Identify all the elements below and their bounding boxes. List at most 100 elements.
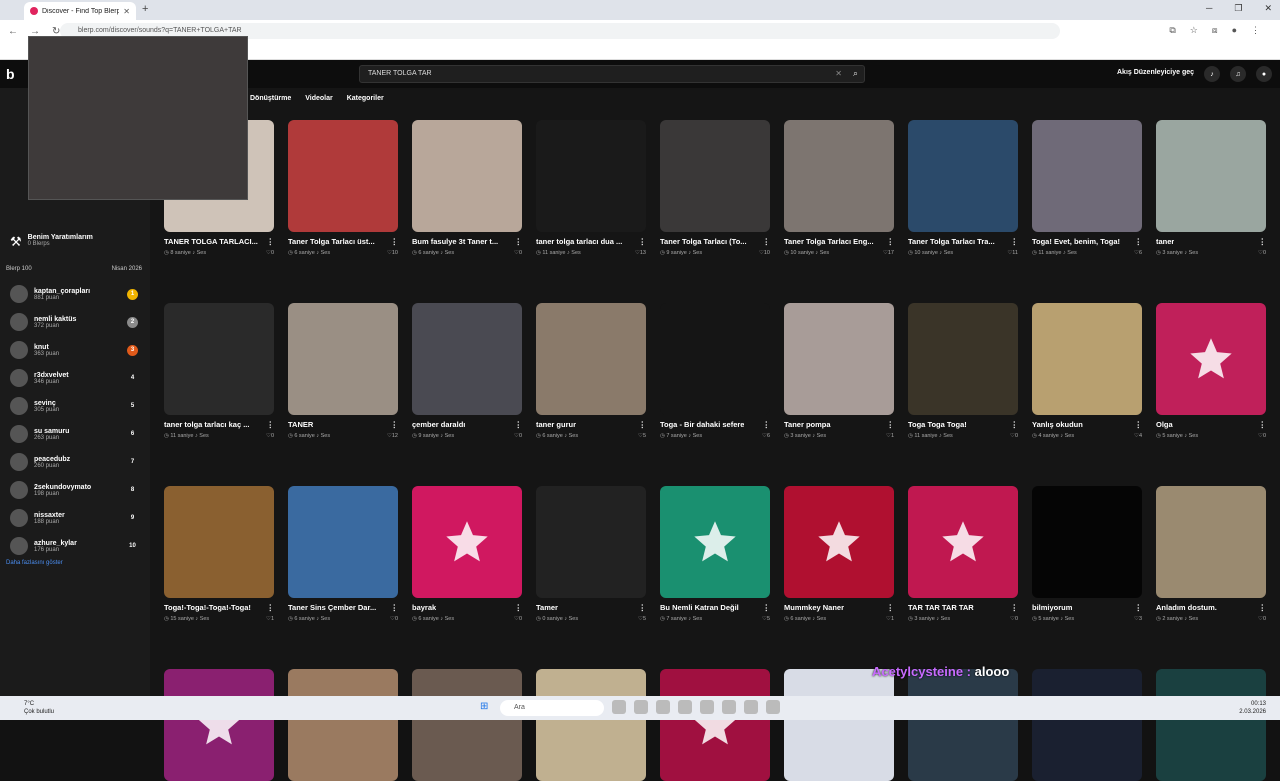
blerp-card[interactable]: taner ⋮ ◷ 3 saniye ♪ Ses ♡0 (1156, 120, 1266, 256)
blerp-card[interactable]: Yanlış okudun ⋮ ◷ 4 saniye ♪ Ses ♡4 (1032, 303, 1142, 439)
blerp-card[interactable]: Taner Tolga Tarlacı Tra... ⋮ ◷ 10 saniye ♪… (908, 120, 1018, 256)
volume-icon[interactable]: ♪ (1204, 66, 1220, 82)
more-options-icon[interactable]: ⋮ (887, 237, 895, 246)
clear-search-icon[interactable]: ✕ (835, 69, 842, 78)
card-thumbnail[interactable] (660, 486, 770, 598)
card-thumbnail[interactable] (164, 303, 274, 415)
tab-transform[interactable]: Dönüştürme (250, 95, 291, 102)
blerp-card[interactable]: bilmiyorum ⋮ ◷ 5 saniye ♪ Ses ♡3 (1032, 486, 1142, 622)
taskbar-app-icon[interactable] (678, 700, 692, 714)
taskbar-search[interactable]: Ara (500, 700, 604, 716)
card-thumbnail[interactable] (412, 669, 522, 781)
card-thumbnail[interactable] (908, 486, 1018, 598)
leaderboard-item[interactable]: nemli kaktüs 372 puan 2 (10, 308, 138, 336)
blerp-card[interactable]: taner tolga tarlacı dua ... ⋮ ◷ 11 saniye … (536, 120, 646, 256)
blerp-card[interactable]: Toga!-Toga!-Toga!-Toga! ⋮ ◷ 15 saniye ♪ Se… (164, 486, 274, 622)
card-thumbnail[interactable] (412, 120, 522, 232)
more-options-icon[interactable]: ⋮ (763, 237, 771, 246)
more-options-icon[interactable]: ⋮ (1135, 603, 1143, 612)
search-input[interactable]: TANER TOLGA TAR ✕ ⌕ (359, 65, 865, 83)
more-options-icon[interactable]: ⋮ (267, 237, 275, 246)
back-icon[interactable]: ← (8, 26, 18, 37)
more-options-icon[interactable]: ⋮ (1011, 420, 1019, 429)
more-options-icon[interactable]: ⋮ (515, 237, 523, 246)
blerp-card[interactable] (1156, 669, 1266, 781)
more-options-icon[interactable]: ⋮ (639, 420, 647, 429)
translate-icon[interactable]: ⧉ (1169, 25, 1175, 36)
card-thumbnail[interactable] (536, 669, 646, 781)
leaderboard-item[interactable]: peacedubz 260 puan 7 (10, 448, 138, 476)
card-thumbnail[interactable] (784, 486, 894, 598)
close-tab-icon[interactable]: ✕ (123, 7, 130, 16)
more-options-icon[interactable]: ⋮ (1259, 420, 1267, 429)
blerp-card[interactable]: Taner Tolga Tarlacı Eng... ⋮ ◷ 10 saniye ♪… (784, 120, 894, 256)
blerp-card[interactable]: Bu Nemli Katran Değil ⋮ ◷ 7 saniye ♪ Ses ♡5 (660, 486, 770, 622)
card-thumbnail[interactable] (1156, 120, 1266, 232)
more-options-icon[interactable]: ⋮ (887, 420, 895, 429)
taskbar-app-icon[interactable] (744, 700, 758, 714)
blerp-card[interactable]: Bum fasulye 3t Taner t... ⋮ ◷ 6 saniye ♪ S… (412, 120, 522, 256)
notification-icon[interactable]: ♫ (1230, 66, 1246, 82)
card-thumbnail[interactable] (536, 120, 646, 232)
leaderboard-item[interactable]: azhure_kylar 176 puan 10 (10, 532, 138, 560)
card-thumbnail[interactable] (1032, 486, 1142, 598)
more-options-icon[interactable]: ⋮ (515, 420, 523, 429)
more-options-icon[interactable]: ⋮ (391, 237, 399, 246)
star-icon[interactable]: ☆ (1190, 25, 1198, 36)
blerp-card[interactable] (288, 669, 398, 781)
card-thumbnail[interactable] (1156, 486, 1266, 598)
profile-icon[interactable]: ● (1232, 25, 1237, 36)
blerp-card[interactable] (660, 669, 770, 781)
card-thumbnail[interactable] (784, 303, 894, 415)
card-thumbnail[interactable] (164, 669, 274, 781)
blerp-card[interactable]: Taner Tolga Tarlacı (To... ⋮ ◷ 9 saniye ♪ … (660, 120, 770, 256)
card-thumbnail[interactable] (660, 669, 770, 781)
tab-categories[interactable]: Kategoriler (347, 95, 384, 102)
show-more-link[interactable]: Daha fazlasını göster (6, 560, 63, 566)
more-options-icon[interactable]: ⋮ (1011, 237, 1019, 246)
more-options-icon[interactable]: ⋮ (267, 420, 275, 429)
blerp-card[interactable]: Toga! Evet, benim, Toga! ⋮ ◷ 11 saniye ♪ S… (1032, 120, 1142, 256)
more-options-icon[interactable]: ⋮ (515, 603, 523, 612)
browser-tab[interactable]: Discover - Find Top Blerps, Stre... ✕ (24, 2, 136, 20)
card-thumbnail[interactable] (1156, 669, 1266, 781)
blerp-card[interactable]: Taner Tolga Tarlacı üst... ⋮ ◷ 6 saniye ♪ … (288, 120, 398, 256)
clock[interactable]: 00:13 2.03.2026 (1239, 700, 1266, 716)
windows-start-icon[interactable]: ⊞ (480, 701, 488, 712)
blerp-logo[interactable]: b (6, 66, 15, 82)
more-options-icon[interactable]: ⋮ (391, 420, 399, 429)
more-options-icon[interactable]: ⋮ (887, 603, 895, 612)
menu-icon[interactable]: ⋮ (1251, 25, 1260, 36)
blerp-card[interactable] (164, 669, 274, 781)
card-thumbnail[interactable] (536, 303, 646, 415)
tab-videos[interactable]: Videolar (305, 95, 333, 102)
card-thumbnail[interactable] (536, 486, 646, 598)
blerp-card[interactable]: Tamer ⋮ ◷ 0 saniye ♪ Ses ♡5 (536, 486, 646, 622)
leaderboard-item[interactable]: su samuru 263 puan 6 (10, 420, 138, 448)
leaderboard-item[interactable]: sevinç 305 puan 5 (10, 392, 138, 420)
blerp-card[interactable] (536, 669, 646, 781)
avatar[interactable]: ● (1256, 66, 1272, 82)
weather-widget[interactable]: 7°C Çok bulutlu (24, 700, 54, 716)
taskbar-app-icon[interactable] (722, 700, 736, 714)
more-options-icon[interactable]: ⋮ (1259, 603, 1267, 612)
card-thumbnail[interactable] (660, 303, 770, 415)
my-creations-link[interactable]: ⚒ Benim Yaratımlarım 0 Blerps (10, 234, 93, 250)
card-thumbnail[interactable] (288, 669, 398, 781)
more-options-icon[interactable]: ⋮ (1259, 237, 1267, 246)
blerp-card[interactable]: Mummkey Naner ⋮ ◷ 6 saniye ♪ Ses ♡1 (784, 486, 894, 622)
card-thumbnail[interactable] (288, 303, 398, 415)
taskbar-app-icon[interactable] (612, 700, 626, 714)
card-thumbnail[interactable] (288, 120, 398, 232)
blerp-card[interactable]: taner gurur ⋮ ◷ 6 saniye ♪ Ses ♡5 (536, 303, 646, 439)
card-thumbnail[interactable] (908, 303, 1018, 415)
more-options-icon[interactable]: ⋮ (391, 603, 399, 612)
extensions-icon[interactable]: ⧈ (1212, 25, 1218, 36)
more-options-icon[interactable]: ⋮ (267, 603, 275, 612)
creator-switch-button[interactable]: Akış Düzenleyiciye geç (1117, 69, 1194, 76)
card-thumbnail[interactable] (1032, 120, 1142, 232)
more-options-icon[interactable]: ⋮ (639, 603, 647, 612)
blerp-card[interactable]: TANER ⋮ ◷ 6 saniye ♪ Ses ♡12 (288, 303, 398, 439)
leaderboard-item[interactable]: kaptan_çorapları 881 puan 1 (10, 280, 138, 308)
blerp-card[interactable]: Toga - Bir dahaki sefere ⋮ ◷ 7 saniye ♪ Se… (660, 303, 770, 439)
